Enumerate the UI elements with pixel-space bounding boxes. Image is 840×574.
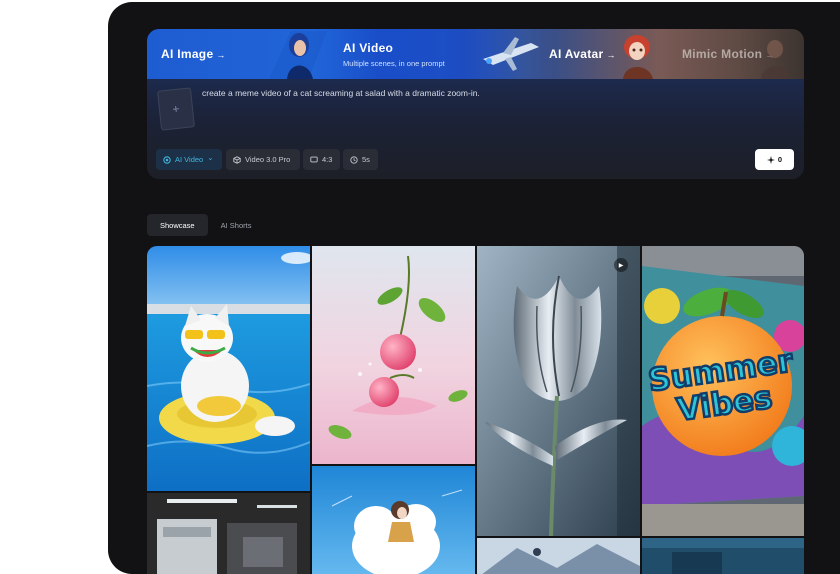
showcase-tabs: Showcase AI Shorts	[147, 214, 264, 236]
app-window: AI Image → AI Video Multiple scenes, in o…	[108, 2, 840, 574]
tab-ai-image[interactable]: AI Image →	[161, 29, 226, 79]
aspect-ratio-label: 4:3	[322, 155, 333, 164]
tab-ai-video-subtitle: Multiple scenes, in one prompt	[343, 58, 445, 68]
tab-ai-video-label: AI Video	[343, 40, 394, 55]
gallery-tile-summer-vibes[interactable]: Summer Vibes	[642, 246, 804, 536]
create-panel: AI Image → AI Video Multiple scenes, in o…	[147, 29, 804, 179]
duration-label: 5s	[362, 155, 370, 164]
gallery-tile-chrome-tulip[interactable]: ▶	[477, 246, 640, 536]
ai-avatar-figure	[623, 35, 653, 79]
cherry-splash-image	[312, 246, 475, 464]
cube-icon	[233, 155, 241, 164]
prompt-input[interactable]: create a meme video of a cat screaming a…	[202, 88, 480, 98]
camera-lens-icon	[163, 155, 171, 164]
prompt-area: + create a meme video of a cat screaming…	[147, 79, 804, 179]
model-selector-label: Video 3.0 Pro	[245, 155, 291, 164]
tab-ai-image-label: AI Image	[161, 47, 214, 61]
summer-vibes-image: Summer Vibes	[642, 246, 804, 536]
tab-mimic-motion-label: Mimic Motion	[682, 47, 763, 61]
anime-cloud-image	[312, 466, 475, 574]
showcase-gallery: ▶ Summer Vibes	[147, 246, 804, 574]
mode-selector[interactable]: AI Video ⌄	[156, 149, 222, 170]
mimic-motion-figure	[761, 40, 791, 79]
upload-image-button[interactable]: +	[157, 87, 195, 131]
sparkle-icon	[766, 155, 775, 164]
generate-button[interactable]: 0	[755, 149, 794, 170]
model-selector[interactable]: Video 3.0 Pro	[226, 149, 300, 170]
workshop-image	[147, 493, 310, 574]
credit-count: 0	[777, 155, 783, 164]
dark-scene-image	[642, 538, 804, 574]
gallery-tile-workshop[interactable]	[147, 493, 310, 574]
tab-ai-avatar-label: AI Avatar	[549, 47, 604, 61]
gallery-tile-cherry-splash[interactable]	[312, 246, 475, 464]
ai-image-figure	[269, 31, 327, 79]
tab-ai-shorts[interactable]: AI Shorts	[208, 214, 265, 236]
play-icon[interactable]: ▶	[614, 258, 628, 272]
gallery-tile-cat-in-pool[interactable]	[147, 246, 310, 491]
ai-video-jet-figure	[483, 37, 539, 71]
aspect-ratio-selector[interactable]: 4:3	[303, 149, 340, 170]
chrome-tulip-image	[477, 246, 640, 536]
tab-ai-video[interactable]: AI Video Multiple scenes, in one prompt	[343, 29, 445, 79]
clock-icon	[350, 155, 358, 164]
tab-showcase[interactable]: Showcase	[147, 214, 208, 236]
mode-tabs: AI Image → AI Video Multiple scenes, in o…	[147, 29, 804, 79]
gallery-tile-dark-scene[interactable]	[642, 538, 804, 574]
tab-ai-avatar[interactable]: AI Avatar →	[549, 29, 616, 79]
arrow-right-icon: →	[216, 50, 226, 60]
duration-selector[interactable]: 5s	[343, 149, 378, 170]
gallery-tile-anime-cloud[interactable]	[312, 466, 475, 574]
mode-selector-label: AI Video	[175, 155, 204, 164]
plus-icon: +	[171, 101, 181, 117]
aspect-ratio-icon	[310, 156, 318, 163]
blue-scene-image	[477, 538, 640, 574]
chevron-down-icon: ⌄	[207, 153, 214, 162]
gallery-tile-blue-scene[interactable]	[477, 538, 640, 574]
cat-in-pool-image	[147, 246, 310, 491]
